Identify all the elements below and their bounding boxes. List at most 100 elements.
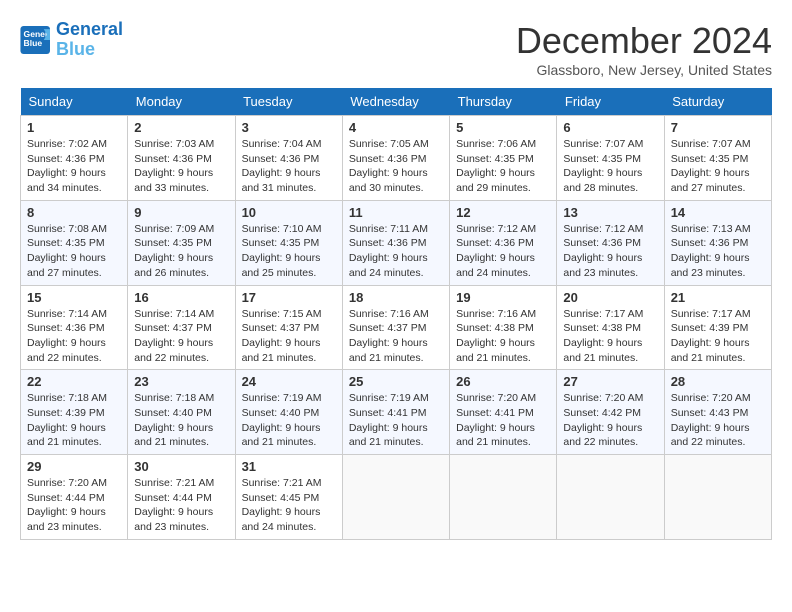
day-info: Sunrise: 7:21 AM Sunset: 4:45 PM Dayligh… [242, 476, 336, 535]
day-number: 28 [671, 374, 765, 389]
day-number: 26 [456, 374, 550, 389]
calendar-week-1: 1 Sunrise: 7:02 AM Sunset: 4:36 PM Dayli… [21, 116, 772, 201]
calendar-cell [450, 455, 557, 540]
calendar-cell: 30 Sunrise: 7:21 AM Sunset: 4:44 PM Dayl… [128, 455, 235, 540]
calendar-week-3: 15 Sunrise: 7:14 AM Sunset: 4:36 PM Dayl… [21, 285, 772, 370]
calendar-table: SundayMondayTuesdayWednesdayThursdayFrid… [20, 88, 772, 540]
calendar-cell: 8 Sunrise: 7:08 AM Sunset: 4:35 PM Dayli… [21, 200, 128, 285]
day-info: Sunrise: 7:19 AM Sunset: 4:41 PM Dayligh… [349, 391, 443, 450]
day-number: 30 [134, 459, 228, 474]
calendar-cell [342, 455, 449, 540]
day-info: Sunrise: 7:04 AM Sunset: 4:36 PM Dayligh… [242, 137, 336, 196]
calendar-cell: 12 Sunrise: 7:12 AM Sunset: 4:36 PM Dayl… [450, 200, 557, 285]
logo-text: General [56, 20, 123, 40]
calendar-cell: 21 Sunrise: 7:17 AM Sunset: 4:39 PM Dayl… [664, 285, 771, 370]
day-info: Sunrise: 7:14 AM Sunset: 4:37 PM Dayligh… [134, 307, 228, 366]
day-number: 31 [242, 459, 336, 474]
day-info: Sunrise: 7:07 AM Sunset: 4:35 PM Dayligh… [563, 137, 657, 196]
day-info: Sunrise: 7:10 AM Sunset: 4:35 PM Dayligh… [242, 222, 336, 281]
day-info: Sunrise: 7:20 AM Sunset: 4:44 PM Dayligh… [27, 476, 121, 535]
day-number: 11 [349, 205, 443, 220]
calendar-week-4: 22 Sunrise: 7:18 AM Sunset: 4:39 PM Dayl… [21, 370, 772, 455]
day-number: 27 [563, 374, 657, 389]
calendar-cell: 27 Sunrise: 7:20 AM Sunset: 4:42 PM Dayl… [557, 370, 664, 455]
day-number: 12 [456, 205, 550, 220]
logo-icon: General Blue [20, 26, 52, 54]
day-number: 18 [349, 290, 443, 305]
day-info: Sunrise: 7:09 AM Sunset: 4:35 PM Dayligh… [134, 222, 228, 281]
column-header-sunday: Sunday [21, 88, 128, 116]
day-info: Sunrise: 7:20 AM Sunset: 4:41 PM Dayligh… [456, 391, 550, 450]
day-info: Sunrise: 7:19 AM Sunset: 4:40 PM Dayligh… [242, 391, 336, 450]
calendar-cell: 23 Sunrise: 7:18 AM Sunset: 4:40 PM Dayl… [128, 370, 235, 455]
day-info: Sunrise: 7:11 AM Sunset: 4:36 PM Dayligh… [349, 222, 443, 281]
calendar-cell: 17 Sunrise: 7:15 AM Sunset: 4:37 PM Dayl… [235, 285, 342, 370]
calendar-cell: 1 Sunrise: 7:02 AM Sunset: 4:36 PM Dayli… [21, 116, 128, 201]
calendar-cell: 24 Sunrise: 7:19 AM Sunset: 4:40 PM Dayl… [235, 370, 342, 455]
title-block: December 2024 Glassboro, New Jersey, Uni… [516, 20, 772, 78]
day-info: Sunrise: 7:08 AM Sunset: 4:35 PM Dayligh… [27, 222, 121, 281]
calendar-week-2: 8 Sunrise: 7:08 AM Sunset: 4:35 PM Dayli… [21, 200, 772, 285]
month-title: December 2024 [516, 20, 772, 62]
calendar-cell: 22 Sunrise: 7:18 AM Sunset: 4:39 PM Dayl… [21, 370, 128, 455]
calendar-cell: 9 Sunrise: 7:09 AM Sunset: 4:35 PM Dayli… [128, 200, 235, 285]
day-number: 9 [134, 205, 228, 220]
day-number: 21 [671, 290, 765, 305]
day-info: Sunrise: 7:06 AM Sunset: 4:35 PM Dayligh… [456, 137, 550, 196]
day-number: 4 [349, 120, 443, 135]
calendar-cell: 4 Sunrise: 7:05 AM Sunset: 4:36 PM Dayli… [342, 116, 449, 201]
day-number: 23 [134, 374, 228, 389]
day-info: Sunrise: 7:20 AM Sunset: 4:42 PM Dayligh… [563, 391, 657, 450]
day-number: 17 [242, 290, 336, 305]
day-number: 20 [563, 290, 657, 305]
day-info: Sunrise: 7:13 AM Sunset: 4:36 PM Dayligh… [671, 222, 765, 281]
location: Glassboro, New Jersey, United States [516, 62, 772, 78]
day-number: 16 [134, 290, 228, 305]
calendar-cell: 16 Sunrise: 7:14 AM Sunset: 4:37 PM Dayl… [128, 285, 235, 370]
calendar-cell: 31 Sunrise: 7:21 AM Sunset: 4:45 PM Dayl… [235, 455, 342, 540]
day-number: 13 [563, 205, 657, 220]
day-info: Sunrise: 7:12 AM Sunset: 4:36 PM Dayligh… [563, 222, 657, 281]
calendar-cell: 28 Sunrise: 7:20 AM Sunset: 4:43 PM Dayl… [664, 370, 771, 455]
calendar-cell: 25 Sunrise: 7:19 AM Sunset: 4:41 PM Dayl… [342, 370, 449, 455]
day-number: 3 [242, 120, 336, 135]
day-number: 8 [27, 205, 121, 220]
day-info: Sunrise: 7:18 AM Sunset: 4:40 PM Dayligh… [134, 391, 228, 450]
day-info: Sunrise: 7:15 AM Sunset: 4:37 PM Dayligh… [242, 307, 336, 366]
day-number: 7 [671, 120, 765, 135]
day-number: 24 [242, 374, 336, 389]
column-header-friday: Friday [557, 88, 664, 116]
calendar-cell: 10 Sunrise: 7:10 AM Sunset: 4:35 PM Dayl… [235, 200, 342, 285]
calendar-cell: 26 Sunrise: 7:20 AM Sunset: 4:41 PM Dayl… [450, 370, 557, 455]
day-info: Sunrise: 7:18 AM Sunset: 4:39 PM Dayligh… [27, 391, 121, 450]
day-number: 5 [456, 120, 550, 135]
column-header-saturday: Saturday [664, 88, 771, 116]
calendar-cell: 5 Sunrise: 7:06 AM Sunset: 4:35 PM Dayli… [450, 116, 557, 201]
day-info: Sunrise: 7:20 AM Sunset: 4:43 PM Dayligh… [671, 391, 765, 450]
calendar-cell: 7 Sunrise: 7:07 AM Sunset: 4:35 PM Dayli… [664, 116, 771, 201]
day-info: Sunrise: 7:16 AM Sunset: 4:38 PM Dayligh… [456, 307, 550, 366]
calendar-header-row: SundayMondayTuesdayWednesdayThursdayFrid… [21, 88, 772, 116]
day-info: Sunrise: 7:17 AM Sunset: 4:39 PM Dayligh… [671, 307, 765, 366]
page-header: General Blue General Blue December 2024 … [20, 20, 772, 78]
day-info: Sunrise: 7:14 AM Sunset: 4:36 PM Dayligh… [27, 307, 121, 366]
calendar-cell: 11 Sunrise: 7:11 AM Sunset: 4:36 PM Dayl… [342, 200, 449, 285]
calendar-cell: 18 Sunrise: 7:16 AM Sunset: 4:37 PM Dayl… [342, 285, 449, 370]
calendar-week-5: 29 Sunrise: 7:20 AM Sunset: 4:44 PM Dayl… [21, 455, 772, 540]
calendar-cell: 15 Sunrise: 7:14 AM Sunset: 4:36 PM Dayl… [21, 285, 128, 370]
day-info: Sunrise: 7:16 AM Sunset: 4:37 PM Dayligh… [349, 307, 443, 366]
day-info: Sunrise: 7:17 AM Sunset: 4:38 PM Dayligh… [563, 307, 657, 366]
day-number: 1 [27, 120, 121, 135]
day-number: 14 [671, 205, 765, 220]
day-info: Sunrise: 7:12 AM Sunset: 4:36 PM Dayligh… [456, 222, 550, 281]
logo-subtext: Blue [56, 40, 123, 60]
svg-text:Blue: Blue [24, 38, 43, 48]
day-info: Sunrise: 7:02 AM Sunset: 4:36 PM Dayligh… [27, 137, 121, 196]
day-number: 10 [242, 205, 336, 220]
day-number: 29 [27, 459, 121, 474]
calendar-cell: 2 Sunrise: 7:03 AM Sunset: 4:36 PM Dayli… [128, 116, 235, 201]
day-number: 25 [349, 374, 443, 389]
day-info: Sunrise: 7:03 AM Sunset: 4:36 PM Dayligh… [134, 137, 228, 196]
calendar-cell: 13 Sunrise: 7:12 AM Sunset: 4:36 PM Dayl… [557, 200, 664, 285]
calendar-cell: 3 Sunrise: 7:04 AM Sunset: 4:36 PM Dayli… [235, 116, 342, 201]
